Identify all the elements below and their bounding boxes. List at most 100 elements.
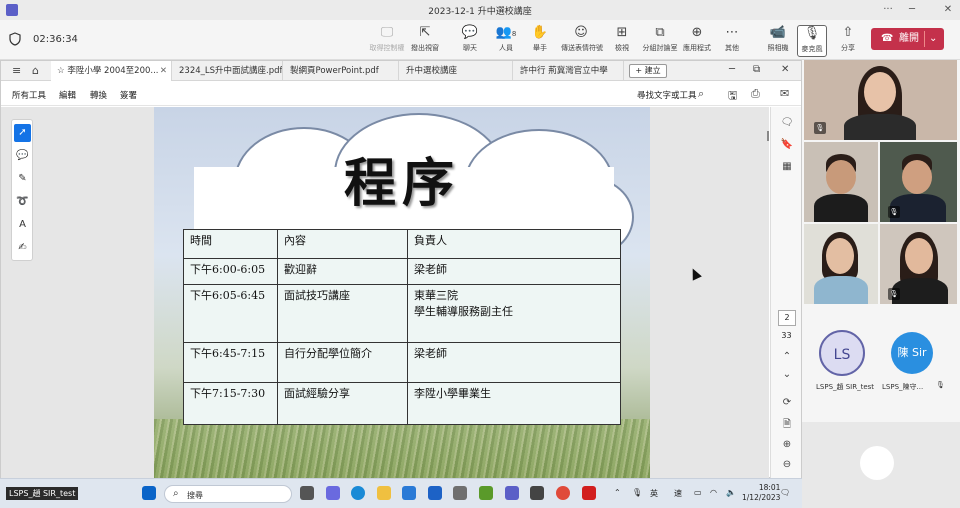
avatar-ls[interactable]: LS (819, 330, 865, 376)
chat-button[interactable]: 💬 聊天 (450, 25, 490, 57)
home-icon[interactable]: ⌂ (32, 64, 39, 77)
thumbnails-icon[interactable]: ▦ (779, 161, 795, 177)
page-down-icon[interactable]: ⌄ (779, 369, 795, 385)
menu-sign[interactable]: 簽署 (120, 89, 137, 101)
view-button[interactable]: ⊞ 檢視 (602, 25, 642, 57)
new-tab-button[interactable]: + 建立 (629, 64, 667, 78)
phone-icon: ☎ (881, 33, 894, 44)
document-canvas[interactable]: ➚ 💬 ✎ ➰ A ✍ 程序 時間 內容 負責人 下午6:00-6:05 歡迎辭… (1, 107, 769, 479)
search-box[interactable]: ⌕ 搜尋 (164, 485, 292, 503)
media-app-icon[interactable] (479, 486, 493, 500)
tab-document-2[interactable]: 2324_LS升中面試講座.pdf (173, 61, 283, 81)
lasso-icon[interactable]: ➰ (14, 193, 31, 211)
bookmark-icon[interactable]: 🔖 (779, 139, 795, 155)
edge-icon[interactable] (351, 486, 365, 500)
task-view-icon[interactable] (300, 486, 314, 500)
find-text-tools[interactable]: 尋找文字或工具 (637, 89, 697, 101)
teams-icon[interactable] (505, 486, 519, 500)
chevron-down-icon[interactable]: ⌄ (929, 28, 937, 50)
acrobat-menu-bar: 所有工具 編輯 轉換 簽署 尋找文字或工具 ⌕ 🖫 ⎙ ✉ (1, 82, 801, 106)
notification-icon[interactable]: 🗨 (780, 488, 790, 497)
menu-all-tools[interactable]: 所有工具 (12, 89, 46, 101)
reactions-button[interactable]: ☺ 傳送表情符號 (561, 25, 603, 57)
video-tile-man-2[interactable]: 🎙 (880, 142, 957, 222)
menu-convert[interactable]: 轉換 (90, 89, 107, 101)
header-time: 時間 (183, 229, 278, 259)
annotation-toolbar: ➚ 💬 ✎ ➰ A ✍ (11, 119, 33, 261)
video-tile-man-1[interactable] (804, 142, 878, 222)
system-clock[interactable]: 18:01 1/12/2023 (742, 483, 780, 503)
leave-button[interactable]: ☎ 離開 ⌄ (871, 28, 944, 50)
rotate-icon[interactable]: ⟳ (779, 397, 795, 413)
comment-icon[interactable]: 💬 (14, 147, 31, 165)
chrome-icon[interactable] (556, 486, 570, 500)
ime-quick[interactable]: 速 (674, 488, 682, 499)
text-box-icon[interactable]: A (14, 216, 31, 234)
acrobat-close-button[interactable]: ✕ (781, 64, 789, 75)
restore-button[interactable] (904, 2, 928, 18)
breakout-rooms-button[interactable]: ⧉ 分組討論室 (640, 25, 680, 57)
more-window-options-button[interactable]: ··· (876, 2, 900, 18)
video-tile-woman-3[interactable]: 🎙 (880, 224, 957, 304)
acrobat-minimize-button[interactable]: ─ (729, 64, 735, 75)
zoom-in-icon[interactable]: ⊕ (779, 439, 795, 455)
mail-app-icon[interactable] (428, 486, 442, 500)
save-icon[interactable]: 🖫 (728, 87, 737, 106)
share-button[interactable]: ⇧ 分享 (828, 25, 868, 57)
ellipsis-icon: ⋯ (725, 25, 739, 40)
chevron-up-icon[interactable]: ⌃ (614, 488, 621, 497)
wifi-icon[interactable]: ◠ (710, 488, 717, 497)
menu-edit[interactable]: 編輯 (59, 89, 76, 101)
participant-name-ls: LSPS_趙 SIR_test (816, 383, 875, 391)
microphone-tray-icon[interactable]: 🎙 (632, 488, 642, 497)
tab-document-4[interactable]: 升中選校講座 (400, 61, 513, 81)
windows-start-icon[interactable] (142, 486, 156, 500)
page-number-input[interactable]: 2 (778, 310, 796, 326)
store-icon[interactable] (402, 486, 416, 500)
close-tab-icon[interactable]: ✕ (160, 61, 167, 81)
search-icon[interactable]: ⌕ (698, 87, 704, 101)
close-window-button[interactable]: ✕ (936, 2, 960, 18)
display-icon[interactable]: ▭ (694, 488, 702, 497)
volume-icon[interactable]: 🔈 (726, 488, 736, 497)
teams-chat-icon[interactable] (326, 486, 340, 500)
apps-button[interactable]: ⊕ 應用程式 (677, 25, 717, 57)
header-content: 內容 (277, 229, 408, 259)
mic-muted-icon: 🎙 (814, 122, 826, 134)
comments-icon[interactable]: 🗨 (779, 117, 795, 133)
acrobat-icon[interactable] (582, 486, 596, 500)
file-explorer-icon[interactable] (377, 486, 391, 500)
more-button[interactable]: ⋯ 其他 (712, 25, 752, 57)
title-bar: 2023-12-1 升中選校講座 ··· ─ ✕ (0, 0, 960, 20)
extract-page-icon[interactable]: 🗎 (779, 417, 795, 433)
select-arrow-icon[interactable]: ➚ (14, 124, 31, 142)
mic-button[interactable]: 🎙 麥克風 (797, 25, 827, 57)
tab-document-5[interactable]: 許中行 荊冀灣官立中學 (514, 61, 624, 81)
take-control-button[interactable]: 🖵 取得控制權 (367, 25, 407, 57)
pop-out-button[interactable]: ⇱ 撥出視窗 (405, 25, 445, 57)
avatar-chan-sir[interactable]: 陳 Sir (891, 332, 933, 374)
zoom-out-icon[interactable]: ⊖ (779, 459, 795, 475)
tab-active-document[interactable]: ☆ 李陞小學 2004至200... ✕ (51, 61, 172, 81)
mail-icon[interactable]: ✉ (780, 87, 789, 100)
tab-document-3[interactable]: 製網頁PowerPoint.pdf (284, 61, 399, 81)
video-tile-woman-2[interactable] (804, 224, 878, 304)
star-icon[interactable]: ☆ (57, 66, 67, 76)
mic-muted-icon: 🎙 (888, 288, 900, 300)
print-icon[interactable]: ⎙ (751, 87, 760, 101)
camera-app-icon[interactable] (453, 486, 467, 500)
raise-hand-button[interactable]: ✋ 舉手 (520, 25, 560, 57)
video-tile-woman-1[interactable]: 🎙 (804, 60, 957, 140)
pen-icon[interactable]: ✎ (14, 170, 31, 188)
acrobat-restore-button[interactable]: ⧉ (753, 64, 760, 75)
page-up-icon[interactable]: ⌃ (779, 351, 795, 367)
tab-bar: ≡ ⌂ ☆ 李陞小學 2004至200... ✕ 2324_LS升中面試講座.pd… (1, 61, 801, 81)
camera-button[interactable]: 📹 照相機 (758, 25, 798, 57)
sign-icon[interactable]: ✍ (14, 239, 31, 257)
table-row: 下午6:05-6:45 面試技巧講座 東華三院 學生輔導服務副主任 (183, 284, 621, 343)
scrollbar[interactable] (767, 131, 769, 141)
hamburger-menu-icon[interactable]: ≡ (12, 64, 21, 77)
settings-icon[interactable] (530, 486, 544, 500)
ime-english[interactable]: 英 (650, 488, 658, 499)
window-title: 2023-12-1 升中選校講座 (428, 7, 532, 17)
